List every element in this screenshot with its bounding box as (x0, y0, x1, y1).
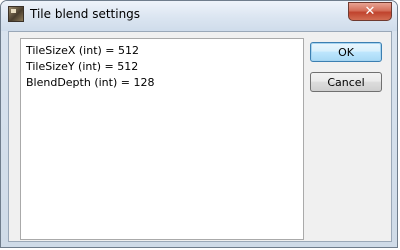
settings-line: BlendDepth (int) = 128 (26, 76, 155, 89)
settings-textbox[interactable]: TileSizeX (int) = 512 TileSizeY (int) = … (20, 38, 304, 240)
app-icon (8, 6, 24, 22)
settings-line: TileSizeY (int) = 512 (26, 60, 139, 73)
title-bar[interactable]: Tile blend settings ✕ (1, 1, 397, 31)
dialog-content: TileSizeX (int) = 512 TileSizeY (int) = … (8, 31, 392, 242)
ok-button-label: OK (338, 45, 354, 59)
window-title: Tile blend settings (30, 7, 141, 21)
settings-line: TileSizeX (int) = 512 (26, 44, 140, 57)
close-button[interactable]: ✕ (348, 2, 392, 21)
ok-button[interactable]: OK (310, 42, 382, 62)
dialog-window: Tile blend settings ✕ TileSizeX (int) = … (0, 0, 398, 248)
cancel-button[interactable]: Cancel (310, 72, 382, 92)
cancel-button-label: Cancel (327, 75, 365, 89)
close-icon: ✕ (364, 4, 376, 19)
